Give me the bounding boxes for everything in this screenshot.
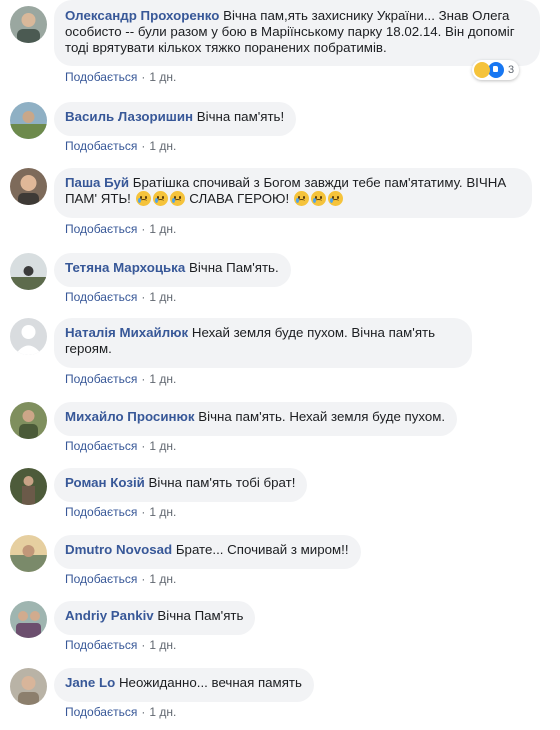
comment-actions: Подобається · 1 дн. (65, 439, 177, 453)
like-link[interactable]: Подобається (65, 372, 137, 386)
like-link[interactable]: Подобається (65, 290, 137, 304)
comment-author[interactable]: Andriy Pankiv (65, 608, 154, 623)
comment-actions: Подобається · 1 дн. (65, 705, 177, 719)
comment-text: Вічна пам'ять! (196, 109, 285, 124)
comment-text: Брате... Спочивай з миром!! (175, 542, 349, 557)
comment-time[interactable]: 1 дн. (149, 139, 176, 153)
avatar[interactable] (10, 168, 47, 205)
comment-actions: Подобається · 1 дн. (65, 139, 177, 153)
comment-time[interactable]: 1 дн. (149, 638, 176, 652)
crying-emoji-icon (293, 191, 309, 206)
crying-emoji-icon (327, 191, 343, 206)
comment-text: СЛАВА ГЕРОЮ! (189, 191, 290, 206)
like-link[interactable]: Подобається (65, 505, 137, 519)
crying-emoji-icon (310, 191, 326, 206)
comment-bubble: Паша Буй Братішка спочивай з Богом завжд… (54, 168, 532, 218)
reactions-summary[interactable]: 3 (472, 60, 520, 80)
comment-text: Неожиданно... вечная память (118, 675, 302, 690)
comment-actions: Подобається · 1 дн. (65, 638, 177, 652)
comment-bubble: Михайло Просинюк Вічна пам'ять. Нехай зе… (54, 402, 458, 436)
like-link[interactable]: Подобається (65, 70, 137, 84)
comment-time[interactable]: 1 дн. (149, 222, 176, 236)
comment-author[interactable]: Jane Lo (65, 675, 115, 690)
like-link[interactable]: Подобається (65, 572, 137, 586)
comment-bubble: Dmutro Novosad Брате... Спочивай з миром… (54, 535, 361, 569)
crying-emoji-icon (135, 191, 151, 206)
comment-time[interactable]: 1 дн. (149, 439, 176, 453)
comment-author[interactable]: Dmutro Novosad (65, 542, 172, 557)
comment-text: Вічна пам'ять тобі брат! (148, 475, 296, 490)
avatar[interactable] (10, 468, 47, 505)
comment-bubble: Andriy Pankiv Вічна Пам'ять (54, 601, 256, 635)
crying-emoji-icon (169, 191, 185, 206)
crying-emoji-icon (152, 191, 168, 206)
comment-bubble: Jane Lo Неожиданно... вечная память (54, 668, 314, 702)
comment-actions: Подобається · 1 дн. (65, 290, 177, 304)
like-link[interactable]: Подобається (65, 638, 137, 652)
comment-author[interactable]: Василь Лазоришин (65, 109, 193, 124)
avatar[interactable] (10, 402, 47, 439)
comment-bubble: Наталія Михайлюк Нехай земля буде пухом.… (54, 318, 472, 368)
sad-reaction-icon (474, 62, 490, 78)
avatar[interactable] (10, 102, 47, 139)
comment-time[interactable]: 1 дн. (149, 290, 176, 304)
comment-author[interactable]: Олександр Прохоренко (65, 8, 219, 23)
comment-text: Вічна Пам'ять. (188, 260, 279, 275)
comment-actions: Подобається · 1 дн. (65, 222, 177, 236)
comment-bubble: Олександр Прохоренко Вічна пам,ять захис… (54, 0, 540, 66)
avatar[interactable] (10, 6, 47, 43)
comment-bubble: Тетяна Мархоцька Вічна Пам'ять. (54, 253, 291, 287)
comment-time[interactable]: 1 дн. (149, 572, 176, 586)
comment-bubble: Роман Козій Вічна пам'ять тобі брат! (54, 468, 308, 502)
like-link[interactable]: Подобається (65, 439, 137, 453)
avatar[interactable] (10, 601, 47, 638)
avatar[interactable] (10, 253, 47, 290)
like-link[interactable]: Подобається (65, 139, 137, 153)
comment-actions: Подобається · 1 дн. (65, 70, 177, 84)
reaction-count: 3 (508, 64, 515, 76)
avatar[interactable] (10, 318, 47, 355)
avatar[interactable] (10, 668, 47, 705)
comment-time[interactable]: 1 дн. (149, 70, 176, 84)
comment-author[interactable]: Наталія Михайлюк (65, 325, 188, 340)
like-link[interactable]: Подобається (65, 222, 137, 236)
comment-actions: Подобається · 1 дн. (65, 572, 177, 586)
comment-actions: Подобається · 1 дн. (65, 372, 177, 386)
comment-bubble: Василь Лазоришин Вічна пам'ять! (54, 102, 297, 136)
comment-time[interactable]: 1 дн. (149, 705, 176, 719)
comment-text: Вічна пам'ять. Нехай земля буде пухом. (198, 409, 446, 424)
comment-author[interactable]: Паша Буй (65, 175, 129, 190)
comment-text: Вічна Пам'ять (157, 608, 244, 623)
comment-actions: Подобається · 1 дн. (65, 505, 177, 519)
avatar[interactable] (10, 535, 47, 572)
comment-time[interactable]: 1 дн. (149, 505, 176, 519)
comment-author[interactable]: Михайло Просинюк (65, 409, 195, 424)
comment-author[interactable]: Тетяна Мархоцька (65, 260, 185, 275)
comment-author[interactable]: Роман Козій (65, 475, 145, 490)
like-link[interactable]: Подобається (65, 705, 137, 719)
comment-time[interactable]: 1 дн. (149, 372, 176, 386)
